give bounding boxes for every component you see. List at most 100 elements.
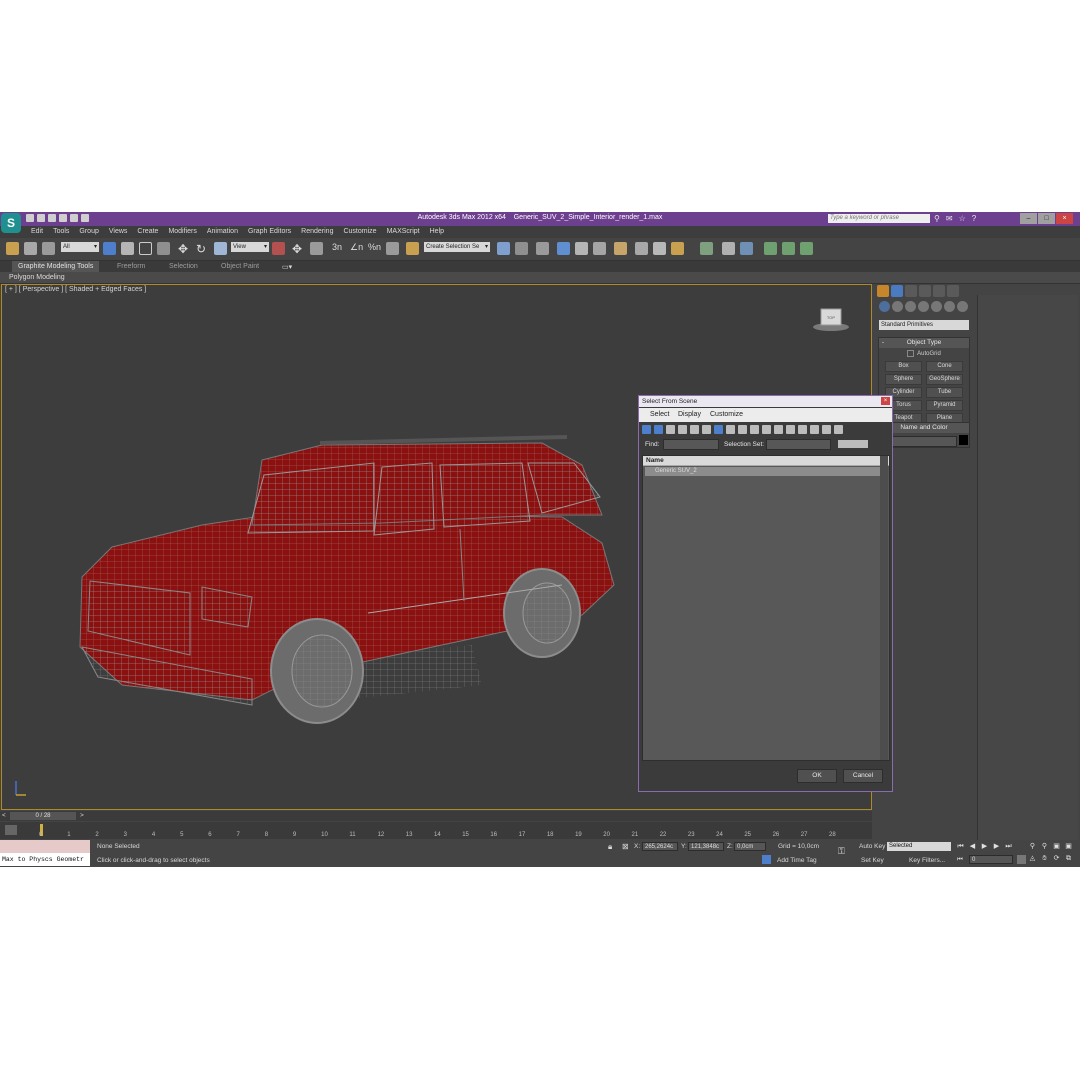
hierarchy-tab-icon[interactable] bbox=[905, 285, 917, 297]
zoom-extents-all-icon[interactable]: ▣ bbox=[1064, 842, 1073, 851]
physx-reset-icon[interactable] bbox=[800, 242, 813, 255]
time-slider[interactable]: < 0 / 28 > bbox=[0, 811, 872, 821]
display-cameras-icon[interactable] bbox=[678, 425, 687, 434]
menu-edit[interactable]: Edit bbox=[31, 228, 43, 235]
spinner-snap-icon[interactable] bbox=[386, 242, 399, 255]
tab-object-paint[interactable]: Object Paint bbox=[221, 263, 259, 270]
select-by-name-icon[interactable] bbox=[121, 242, 134, 255]
create-tab-icon[interactable] bbox=[877, 285, 889, 297]
lock-selection-icon[interactable]: 🔒︎ bbox=[608, 842, 612, 852]
display-xrefs-icon[interactable] bbox=[726, 425, 735, 434]
next-frame-icon[interactable]: ▶ bbox=[992, 842, 1001, 851]
display-bones-icon[interactable] bbox=[738, 425, 747, 434]
cancel-button[interactable]: Cancel bbox=[843, 769, 883, 783]
current-frame-field[interactable]: 0 bbox=[969, 855, 1013, 864]
schematic-view-icon[interactable] bbox=[593, 242, 606, 255]
binoculars-icon[interactable]: ⚲ bbox=[934, 214, 940, 223]
time-tag-icon[interactable] bbox=[762, 855, 771, 864]
bind-space-warp-icon[interactable] bbox=[42, 242, 55, 255]
graphite-toggle-icon[interactable] bbox=[557, 242, 570, 255]
dialog-menu-customize[interactable]: Customize bbox=[710, 411, 743, 418]
named-selection-dropdown[interactable]: Create Selection Se bbox=[424, 242, 490, 252]
display-containers-icon[interactable] bbox=[750, 425, 759, 434]
physx-icon-2[interactable] bbox=[722, 242, 735, 255]
orbit-icon[interactable]: ⟳ bbox=[1052, 854, 1061, 863]
menu-tools[interactable]: Tools bbox=[53, 228, 69, 235]
display-none-icon[interactable] bbox=[798, 425, 807, 434]
x-coordinate-field[interactable]: 265,2624c bbox=[642, 842, 678, 851]
tube-button[interactable]: Tube bbox=[926, 387, 963, 399]
polygon-modeling-panel[interactable]: Polygon Modeling bbox=[9, 274, 65, 281]
edit-named-selection-icon[interactable] bbox=[406, 242, 419, 255]
physx-simulate-icon[interactable] bbox=[764, 242, 777, 255]
shapes-icon[interactable] bbox=[892, 301, 903, 312]
selection-set-tools-icon[interactable] bbox=[838, 440, 868, 448]
track-bar[interactable]: 0 1 2 3 4 5 6 7 8 9 10 11 12 13 14 15 16 17 18 19 20 21 22 23 24… bbox=[0, 822, 872, 839]
menu-rendering[interactable]: Rendering bbox=[301, 228, 333, 235]
subscription-icon[interactable]: ✉ bbox=[946, 214, 953, 223]
filter-icon[interactable] bbox=[822, 425, 831, 434]
align-icon[interactable] bbox=[515, 242, 528, 255]
tab-freeform[interactable]: Freeform bbox=[117, 263, 145, 270]
search-input[interactable]: Type a keyword or phrase bbox=[828, 214, 930, 223]
display-frozen-icon[interactable] bbox=[762, 425, 771, 434]
scene-object-list[interactable]: Name Generic SUV_2 bbox=[642, 455, 890, 761]
object-type-header[interactable]: Object Type bbox=[879, 338, 969, 348]
menu-maxscript[interactable]: MAXScript bbox=[387, 228, 420, 235]
add-time-tag[interactable]: Add Time Tag bbox=[777, 857, 817, 864]
menu-help[interactable]: Help bbox=[430, 228, 444, 235]
cameras-icon[interactable] bbox=[918, 301, 929, 312]
rendered-frame-window-icon[interactable] bbox=[653, 242, 666, 255]
object-name-field[interactable] bbox=[885, 436, 957, 447]
select-manipulate-icon[interactable]: ✥ bbox=[292, 242, 305, 256]
menu-create[interactable]: Create bbox=[137, 228, 158, 235]
geosphere-button[interactable]: GeoSphere bbox=[926, 374, 963, 386]
communication-icon[interactable]: ☆ bbox=[959, 214, 966, 223]
menu-views[interactable]: Views bbox=[109, 228, 128, 235]
go-to-start-icon[interactable]: ⏮ bbox=[956, 842, 965, 851]
mirror-icon[interactable] bbox=[497, 242, 510, 255]
maximize-viewport-icon[interactable]: ⧉ bbox=[1064, 854, 1073, 863]
app-logo-icon[interactable]: S bbox=[1, 213, 21, 233]
pyramid-button[interactable]: Pyramid bbox=[926, 400, 963, 412]
minimize-button[interactable]: – bbox=[1020, 213, 1037, 224]
key-filters-button[interactable]: Key Filters... bbox=[909, 857, 945, 864]
find-input[interactable] bbox=[663, 439, 719, 450]
physx-icon-3[interactable] bbox=[740, 242, 753, 255]
close-button[interactable]: × bbox=[1056, 213, 1073, 224]
time-slider-thumb[interactable]: 0 / 28 bbox=[10, 812, 76, 820]
lights-icon[interactable] bbox=[905, 301, 916, 312]
link-icon[interactable] bbox=[6, 242, 19, 255]
space-warps-icon[interactable] bbox=[944, 301, 955, 312]
display-groups-icon[interactable] bbox=[714, 425, 723, 434]
render-setup-icon[interactable] bbox=[635, 242, 648, 255]
pivot-center-icon[interactable] bbox=[272, 242, 285, 255]
display-hidden-icon[interactable] bbox=[774, 425, 783, 434]
menu-graph-editors[interactable]: Graph Editors bbox=[248, 228, 291, 235]
dialog-close-button[interactable]: × bbox=[881, 397, 890, 405]
ok-button[interactable]: OK bbox=[797, 769, 837, 783]
play-icon[interactable]: ▶ bbox=[980, 842, 989, 851]
modify-tab-icon[interactable] bbox=[891, 285, 903, 297]
time-next-button[interactable]: > bbox=[80, 812, 84, 819]
ribbon-options-icon[interactable]: ▭▾ bbox=[282, 263, 292, 271]
percent-snap-icon[interactable]: %n bbox=[368, 242, 381, 255]
sphere-button[interactable]: Sphere bbox=[885, 374, 922, 386]
prev-frame-icon[interactable]: ◀ bbox=[968, 842, 977, 851]
absolute-mode-icon[interactable]: ⊠ bbox=[622, 842, 629, 851]
box-button[interactable]: Box bbox=[885, 361, 922, 373]
move-icon[interactable]: ✥ bbox=[178, 242, 191, 256]
time-prev-button[interactable]: < bbox=[2, 812, 6, 819]
name-column-header[interactable]: Name bbox=[643, 456, 889, 466]
material-editor-icon[interactable] bbox=[614, 242, 627, 255]
autogrid-checkbox[interactable]: AutoGrid bbox=[879, 350, 969, 357]
reference-coordinate-dropdown[interactable]: View bbox=[231, 242, 269, 252]
tab-selection[interactable]: Selection bbox=[169, 263, 198, 270]
systems-icon[interactable] bbox=[957, 301, 968, 312]
list-item[interactable]: Generic SUV_2 bbox=[645, 467, 881, 476]
display-spacewarps-icon[interactable] bbox=[702, 425, 711, 434]
utilities-tab-icon[interactable] bbox=[947, 285, 959, 297]
z-coordinate-field[interactable]: 0,0cm bbox=[734, 842, 766, 851]
menu-animation[interactable]: Animation bbox=[207, 228, 238, 235]
object-color-swatch[interactable] bbox=[959, 435, 968, 445]
